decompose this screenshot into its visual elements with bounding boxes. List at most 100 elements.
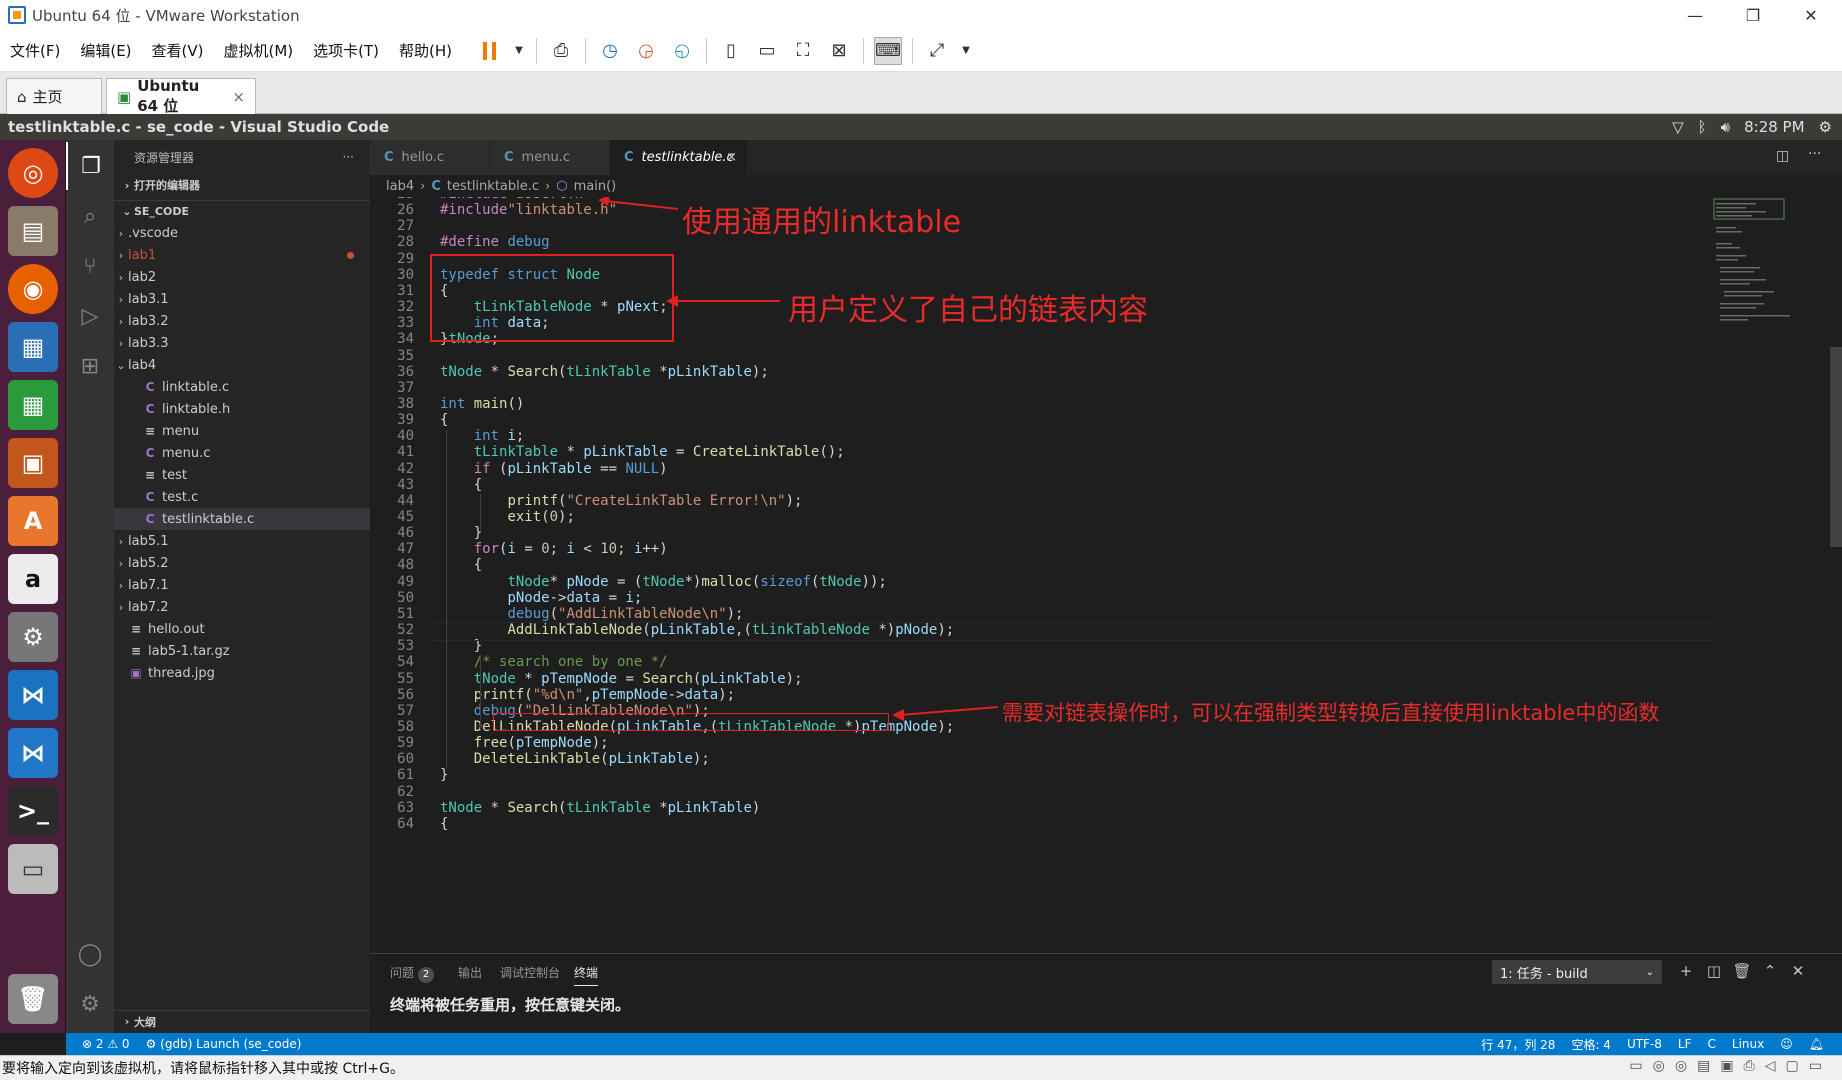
panel-tab-terminal[interactable]: 终端: [574, 964, 599, 986]
debug-icon[interactable]: ▷: [66, 292, 114, 340]
cursor-position[interactable]: 行 47，列 28: [1473, 1036, 1563, 1053]
tree-folder[interactable]: › lab5.2: [114, 552, 370, 574]
send-keys-icon[interactable]: ⎙: [547, 37, 575, 65]
amazon-icon[interactable]: a: [8, 554, 58, 604]
tree-folder[interactable]: › lab3.3: [114, 332, 370, 354]
menu-edit[interactable]: 编辑(E): [70, 40, 141, 61]
minimize-icon[interactable]: —: [1666, 0, 1724, 30]
stretch-icon[interactable]: ⤢: [923, 37, 951, 65]
tree-folder[interactable]: › lab2: [114, 266, 370, 288]
pause-dropdown-icon[interactable]: ▼: [512, 37, 526, 65]
tree-folder[interactable]: › lab7.1: [114, 574, 370, 596]
thumbnail-bar-icon[interactable]: ▭: [753, 37, 781, 65]
software-center-icon[interactable]: A: [8, 496, 58, 546]
panel-tab-output[interactable]: 输出: [458, 964, 482, 981]
unity-icon[interactable]: ⊠: [825, 37, 853, 65]
sidebar-toggle-icon[interactable]: ▯: [717, 37, 745, 65]
terminal-task-select[interactable]: 1: 任务 - build ⌄: [1492, 960, 1662, 984]
tree-file[interactable]: Cmenu.c: [114, 442, 370, 464]
tree-folder[interactable]: › .vscode: [114, 222, 370, 244]
eol-status[interactable]: LF: [1670, 1037, 1700, 1051]
ubuntu-dash-icon[interactable]: ◎: [8, 148, 58, 198]
tree-file[interactable]: Ctest.c: [114, 486, 370, 508]
notifications-bell-icon[interactable]: 🔔︎: [1801, 1037, 1832, 1051]
scrollbar-thumb[interactable]: [1830, 347, 1842, 547]
system-settings-icon[interactable]: ⚙: [8, 612, 58, 662]
tab-ubuntu[interactable]: ▣ Ubuntu 64 位 ×: [106, 77, 256, 115]
tree-file[interactable]: Ctestlinktable.c: [114, 508, 370, 530]
editor-tab-close-icon[interactable]: ×: [726, 150, 737, 165]
tree-folder[interactable]: ⌄ lab4: [114, 354, 370, 376]
trash-icon[interactable]: 🗑︎: [8, 974, 58, 1024]
tree-file[interactable]: ≡ lab5-1.tar.gz: [114, 640, 370, 662]
pause-icon[interactable]: [476, 37, 504, 65]
manage-gear-icon[interactable]: ⚙: [66, 980, 114, 1028]
terminal-icon[interactable]: >_: [8, 786, 58, 836]
tree-file[interactable]: ▣ thread.jpg: [114, 662, 370, 684]
tree-file[interactable]: ≡ test: [114, 464, 370, 486]
breadcrumb-folder[interactable]: lab4: [386, 179, 414, 194]
vscode-icon[interactable]: ⋈: [8, 670, 58, 720]
tree-file[interactable]: ≡ hello.out: [114, 618, 370, 640]
menu-file[interactable]: 文件(F): [0, 40, 70, 61]
debug-launch-status[interactable]: ⚙ (gdb) Launch (se_code): [138, 1037, 310, 1051]
tree-folder[interactable]: › lab3.1: [114, 288, 370, 310]
revert-snapshot-icon[interactable]: ◶: [632, 37, 660, 65]
cd-rom-2-icon[interactable]: ◎: [1675, 1058, 1687, 1074]
tree-folder[interactable]: › lab3.2: [114, 310, 370, 332]
split-editor-icon[interactable]: ◫: [1776, 148, 1789, 164]
feedback-icon[interactable]: ☺: [1772, 1037, 1801, 1051]
maximize-panel-icon[interactable]: ⌃: [1760, 962, 1780, 980]
tree-folder[interactable]: › lab1: [114, 244, 370, 266]
explorer-more-icon[interactable]: ···: [343, 150, 354, 164]
outline-section[interactable]: › 大纲: [114, 1010, 370, 1032]
stretch-dropdown-icon[interactable]: ▼: [959, 37, 973, 65]
firefox-icon[interactable]: ◉: [8, 264, 58, 314]
panel-tab-problems[interactable]: 问题 2: [390, 964, 435, 983]
extensions-icon[interactable]: ⊞: [66, 342, 114, 390]
editor-tab-hello[interactable]: C hello.c: [370, 140, 490, 175]
editor-tab-testlinktable[interactable]: C testlinktable.c ×: [610, 140, 748, 175]
volume-icon[interactable]: 🔊︎: [1721, 118, 1730, 136]
editor-more-icon[interactable]: ···: [1808, 146, 1821, 162]
menu-view[interactable]: 查看(V): [142, 40, 214, 61]
tab-home[interactable]: ⌂ 主页: [6, 78, 102, 114]
bluetooth-icon[interactable]: ᛒ: [1698, 118, 1707, 136]
tree-file[interactable]: ≡ menu: [114, 420, 370, 442]
tree-folder[interactable]: › lab5.1: [114, 530, 370, 552]
snapshot-manager-icon[interactable]: ◵: [668, 37, 696, 65]
menu-help[interactable]: 帮助(H): [389, 40, 462, 61]
display-icon[interactable]: ▭: [1809, 1058, 1822, 1074]
tree-file[interactable]: Clinktable.h: [114, 398, 370, 420]
account-icon[interactable]: ◯: [66, 930, 114, 978]
problems-status[interactable]: ⊗ 2 ⚠ 0: [74, 1037, 138, 1051]
floppy-icon[interactable]: ▤: [1697, 1058, 1710, 1074]
snapshot-icon[interactable]: ◷: [596, 37, 624, 65]
tab-close-icon[interactable]: ×: [232, 88, 245, 106]
breadcrumb-symbol[interactable]: main(): [574, 179, 617, 194]
open-editors-section[interactable]: › 打开的编辑器: [114, 174, 370, 196]
os-status[interactable]: Linux: [1724, 1037, 1772, 1051]
search-icon[interactable]: ⌕: [66, 192, 114, 240]
explorer-icon[interactable]: ❐: [66, 142, 114, 190]
new-terminal-icon[interactable]: +: [1676, 962, 1696, 980]
editor-scrollbar[interactable]: [1830, 197, 1842, 953]
panel-tab-debug-console[interactable]: 调试控制台: [500, 964, 560, 981]
restore-icon[interactable]: ❐: [1724, 0, 1782, 30]
kill-terminal-icon[interactable]: 🗑︎: [1732, 962, 1752, 980]
editor-tab-menu[interactable]: C menu.c: [490, 140, 610, 175]
camera-icon[interactable]: ▢: [1786, 1058, 1799, 1074]
files-icon[interactable]: ▤: [8, 206, 58, 256]
hard-disk-icon[interactable]: ▭: [1629, 1058, 1642, 1074]
close-icon[interactable]: ✕: [1782, 0, 1840, 30]
workspace-root-section[interactable]: ⌄ SE_CODE: [114, 200, 370, 222]
vscode-active-icon[interactable]: ⋈: [8, 728, 58, 778]
clock[interactable]: 8:28 PM: [1744, 118, 1804, 136]
menu-vm[interactable]: 虚拟机(M): [214, 40, 304, 61]
tree-folder[interactable]: › lab7.2: [114, 596, 370, 618]
tree-file[interactable]: Clinktable.c: [114, 376, 370, 398]
network-adapter-icon[interactable]: ▣: [1720, 1058, 1733, 1074]
breadcrumb-file[interactable]: testlinktable.c: [447, 179, 539, 194]
encoding-status[interactable]: UTF-8: [1619, 1037, 1670, 1051]
writer-icon[interactable]: ▦: [8, 322, 58, 372]
